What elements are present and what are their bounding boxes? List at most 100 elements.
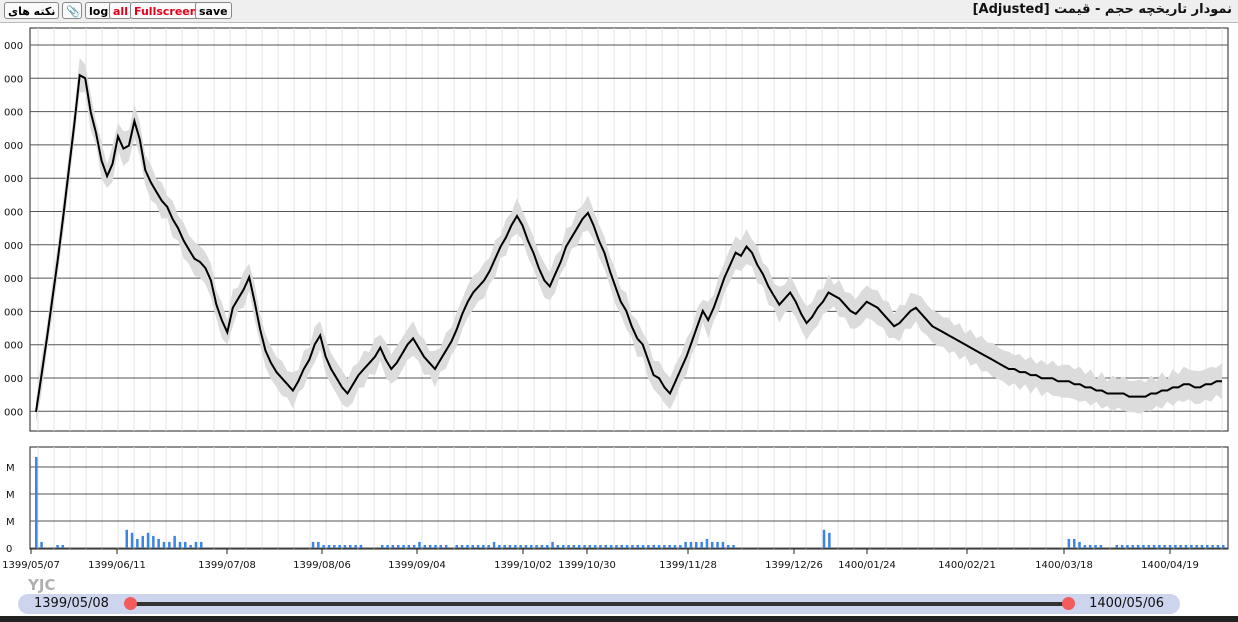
volume-bar: [412, 545, 416, 548]
volume-bar: [1083, 545, 1087, 548]
volume-bar: [418, 541, 421, 548]
price-axis-label: 000: [4, 141, 23, 152]
volume-bar: [508, 545, 512, 548]
volume-bar: [146, 532, 150, 548]
volume-bar: [322, 545, 325, 548]
volume-bar: [402, 545, 405, 548]
volume-bar: [562, 545, 565, 548]
volume-bar: [1222, 545, 1225, 548]
volume-bar: [338, 545, 341, 548]
volume-bar: [583, 545, 586, 548]
volume-bar: [423, 545, 427, 548]
volume-bar: [162, 541, 166, 548]
volume-bar: [1073, 538, 1076, 548]
volume-bar: [1211, 545, 1214, 548]
volume-bar: [56, 545, 59, 548]
volume-bar: [647, 545, 650, 548]
volume-bar: [471, 545, 474, 548]
volume-bar: [540, 545, 544, 548]
price-axis-label: 000: [4, 307, 23, 318]
volume-bar: [599, 545, 602, 548]
volume-bar: [1067, 538, 1071, 548]
volume-bar: [1099, 545, 1103, 548]
volume-bar: [1136, 545, 1140, 548]
volume-bar: [333, 545, 336, 548]
volume-bar: [546, 545, 549, 548]
volume-bar: [391, 545, 395, 548]
volume-bar: [1158, 545, 1161, 548]
volume-bar: [125, 529, 128, 548]
volume-bar: [822, 529, 826, 548]
volume-bar: [152, 535, 155, 548]
volume-bar: [727, 545, 730, 548]
date-tick-label: 1400/03/18: [1035, 560, 1093, 571]
volume-bar: [141, 535, 144, 548]
volume-bar: [657, 545, 661, 548]
volume-bar: [711, 541, 714, 548]
volume-bar: [476, 545, 480, 548]
volume-bar: [439, 545, 442, 548]
price-axis-label: 000: [4, 341, 23, 352]
volume-bar: [349, 545, 352, 548]
volume-bar: [200, 541, 203, 548]
volume-bar: [530, 545, 533, 548]
volume-bar: [381, 545, 384, 548]
volume-bar: [343, 545, 347, 548]
volume-bar: [1163, 545, 1166, 548]
price-axis-label: 000: [4, 407, 23, 418]
volume-bar: [434, 545, 437, 548]
date-tick-label: 1399/10/02: [494, 560, 552, 571]
volume-bar: [1088, 545, 1092, 548]
volume-bar: [386, 545, 389, 548]
volume-bar: [620, 545, 623, 548]
volume-bar: [556, 545, 560, 548]
volume-bar: [1168, 545, 1172, 548]
range-start-handle[interactable]: [124, 597, 137, 610]
volume-bar: [700, 541, 703, 548]
range-end-handle[interactable]: [1062, 597, 1075, 610]
volume-bar: [828, 532, 831, 548]
volume-bar: [317, 541, 320, 548]
range-track[interactable]: [130, 602, 1068, 606]
volume-bar: [572, 545, 576, 548]
volume-bar: [1131, 545, 1134, 548]
price-axis-label: 000: [4, 74, 23, 85]
volume-bar: [1142, 545, 1145, 548]
volume-bar: [1120, 545, 1124, 548]
volume-bar: [663, 545, 666, 548]
range-slider[interactable]: 1399/05/08 1400/05/06: [18, 594, 1180, 614]
volume-bar: [1094, 545, 1097, 548]
volume-bar: [668, 545, 671, 548]
date-tick-label: 1399/12/26: [765, 560, 823, 571]
volume-bar: [631, 545, 634, 548]
volume-bar: [35, 457, 38, 548]
volume-bar: [184, 541, 187, 548]
volume-bar: [1126, 545, 1129, 548]
volume-bar: [492, 541, 496, 548]
volume-bar: [641, 545, 645, 548]
volume-bar: [327, 545, 331, 548]
volume-axis-label: M: [6, 463, 15, 474]
price-axis-label: 000: [4, 208, 23, 219]
volume-bar: [157, 538, 160, 548]
volume-bar: [130, 532, 134, 548]
volume-bar: [466, 545, 469, 548]
volume-bar: [514, 545, 517, 548]
volume-bar: [1152, 545, 1156, 548]
volume-bar: [604, 545, 607, 548]
volume-bar: [567, 545, 570, 548]
watermark-logo: YJC: [28, 576, 56, 594]
volume-bar: [705, 538, 709, 548]
volume-bar: [397, 545, 400, 548]
volume-bar: [61, 545, 65, 548]
volume-bar: [482, 545, 485, 548]
volume-bar: [615, 545, 618, 548]
volume-axis-label: M: [6, 490, 15, 501]
volume-bar: [40, 541, 43, 548]
volume-bar: [455, 545, 458, 548]
price-volume-chart[interactable]: 000 000 000 000 000 000 000 000 000 000 000 000 M M M 0…: [0, 0, 1238, 594]
volume-bar: [189, 545, 192, 548]
volume-bar: [1184, 545, 1188, 548]
volume-bar: [194, 541, 198, 548]
price-axis-label: 000: [4, 274, 23, 285]
